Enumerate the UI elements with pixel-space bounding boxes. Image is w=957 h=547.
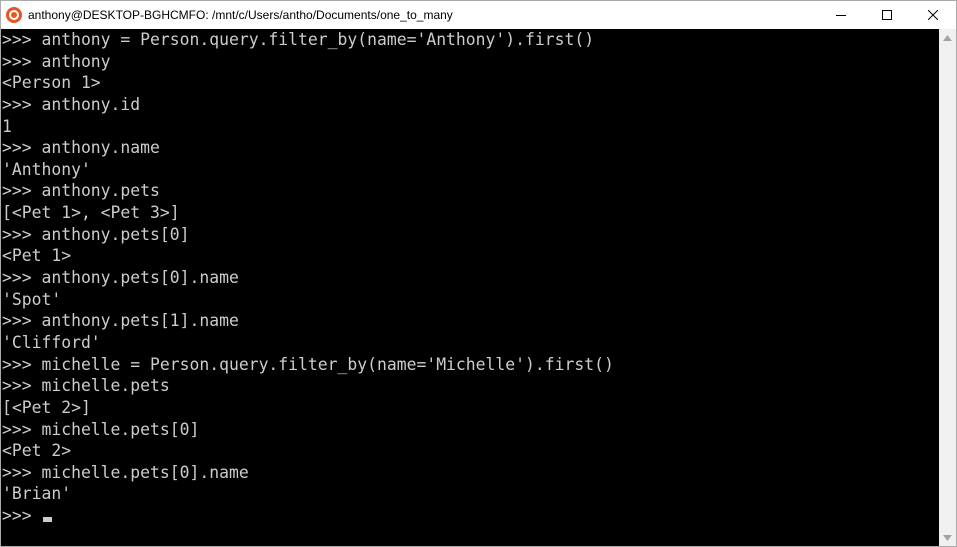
close-button[interactable]: [910, 1, 956, 29]
vertical-scrollbar[interactable]: [939, 29, 956, 546]
scroll-up-arrow-icon: [943, 34, 952, 41]
console-line: >>> anthony.name: [2, 138, 160, 158]
scroll-up-button[interactable]: [939, 29, 956, 46]
console-line: >>> anthony.id: [2, 94, 141, 114]
console-line: [<Pet 1>, <Pet 3>]: [2, 203, 180, 223]
console-line: >>> anthony.pets[0].name: [2, 268, 239, 288]
console-line: <Person 1>: [2, 73, 101, 93]
maximize-button[interactable]: [864, 1, 910, 29]
console-line: [<Pet 2>]: [2, 397, 91, 417]
console-line: 'Brian': [2, 484, 72, 504]
console-line: 1: [2, 116, 12, 136]
minimize-icon: [836, 15, 846, 16]
console-line: 'Clifford': [2, 332, 101, 352]
console-line: >>> anthony = Person.query.filter_by(nam…: [2, 30, 595, 49]
console-output[interactable]: >>> anthony = Person.query.filter_by(nam…: [1, 29, 939, 546]
console-line: <Pet 2>: [2, 441, 72, 461]
close-icon: [928, 10, 938, 20]
console-line: >>> michelle.pets[0]: [2, 419, 200, 439]
scroll-track[interactable]: [939, 46, 956, 529]
text-cursor: [43, 517, 53, 523]
scroll-down-arrow-icon: [943, 534, 952, 541]
console-line: >>> anthony.pets[1].name: [2, 311, 239, 331]
prompt-text: >>>: [2, 506, 42, 526]
console-line: >>> michelle.pets[0].name: [2, 462, 249, 482]
terminal-window: anthony@DESKTOP-BGHCMFO: /mnt/c/Users/an…: [0, 0, 957, 547]
console-line: >>> anthony.pets: [2, 181, 160, 201]
maximize-icon: [882, 10, 892, 20]
console-line: 'Anthony': [2, 159, 91, 179]
prompt-line[interactable]: >>>: [2, 505, 939, 527]
console-line: >>> michelle = Person.query.filter_by(na…: [2, 354, 614, 374]
window-title: anthony@DESKTOP-BGHCMFO: /mnt/c/Users/an…: [28, 8, 453, 22]
title-bar[interactable]: anthony@DESKTOP-BGHCMFO: /mnt/c/Users/an…: [1, 1, 956, 29]
console-line: >>> anthony: [2, 51, 111, 71]
window-controls: [818, 1, 956, 29]
console-line: >>> michelle.pets: [2, 376, 170, 396]
console-line: 'Spot': [2, 289, 62, 309]
console-line: >>> anthony.pets[0]: [2, 224, 190, 244]
minimize-button[interactable]: [818, 1, 864, 29]
ubuntu-icon[interactable]: [6, 7, 22, 23]
console-line: <Pet 1>: [2, 246, 72, 266]
scroll-down-button[interactable]: [939, 529, 956, 546]
